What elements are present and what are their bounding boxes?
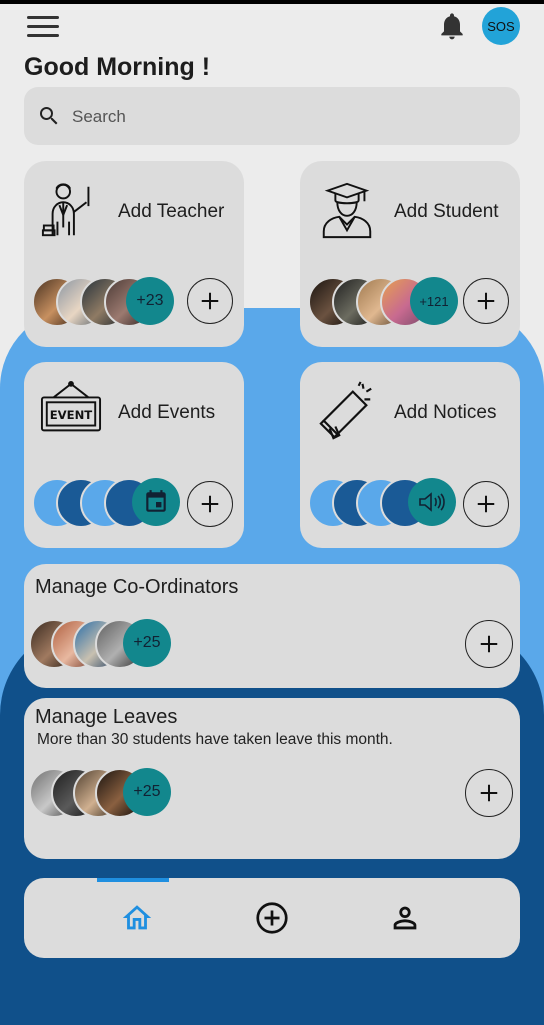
speaker-volume-icon	[419, 492, 445, 512]
add-teacher-card[interactable]: Add Teacher +23	[24, 161, 244, 347]
card-title: Add Notices	[394, 402, 497, 423]
add-circle-icon	[256, 902, 288, 934]
coordinators-avatar-group: +25	[29, 619, 184, 669]
event-board-icon: EVENT	[40, 380, 102, 432]
add-student-button[interactable]	[463, 278, 509, 324]
active-tab-indicator	[97, 878, 169, 882]
coordinators-title: Manage Co-Ordinators	[35, 576, 239, 598]
add-event-button[interactable]	[187, 481, 233, 527]
teacher-count-badge: +23	[126, 277, 174, 325]
notices-avatar-group	[308, 478, 463, 528]
notices-count-badge	[408, 478, 456, 526]
bell-icon[interactable]	[436, 8, 468, 44]
search-input[interactable]	[70, 101, 504, 133]
events-count-badge	[132, 478, 180, 526]
plus-icon	[477, 495, 495, 513]
add-teacher-button[interactable]	[187, 278, 233, 324]
leaves-subtitle: More than 30 students have taken leave t…	[37, 731, 393, 748]
greeting-title: Good Morning !	[24, 53, 211, 81]
manage-coordinators-card[interactable]: Manage Co-Ordinators +25	[24, 564, 520, 688]
card-title: Add Events	[118, 402, 216, 423]
plus-icon	[201, 292, 219, 310]
profile-icon	[393, 906, 417, 930]
nav-profile-button[interactable]	[385, 898, 425, 938]
sos-label: SOS	[487, 18, 515, 34]
card-title: Add Student	[394, 201, 499, 222]
sos-button[interactable]: SOS	[482, 7, 520, 45]
plus-icon	[480, 635, 498, 653]
teacher-avatar-group: +23	[32, 277, 187, 327]
add-notice-button[interactable]	[463, 481, 509, 527]
svg-text:EVENT: EVENT	[50, 408, 93, 422]
add-leave-button[interactable]	[465, 769, 513, 817]
add-notices-card[interactable]: Add Notices	[300, 362, 520, 548]
leaves-avatar-group: +25	[29, 768, 184, 818]
nav-home-button[interactable]	[117, 898, 157, 938]
events-avatar-group	[32, 478, 187, 528]
home-icon	[122, 905, 152, 930]
search-bar[interactable]	[24, 87, 520, 145]
card-title: Add Teacher	[118, 201, 225, 222]
hamburger-menu-icon[interactable]	[27, 16, 59, 38]
calendar-event-icon	[146, 490, 166, 512]
plus-icon	[480, 784, 498, 802]
teacher-icon	[41, 183, 90, 237]
manage-leaves-card[interactable]: Manage Leaves More than 30 students have…	[24, 698, 520, 859]
coordinators-count-badge: +25	[123, 619, 171, 667]
add-events-card[interactable]: EVENT Add Events	[24, 362, 244, 548]
add-student-card[interactable]: Add Student +121	[300, 161, 520, 347]
search-icon	[40, 107, 58, 125]
student-graduate-icon	[322, 182, 372, 239]
student-count-badge: +121	[410, 277, 458, 325]
nav-add-button[interactable]	[252, 898, 292, 938]
megaphone-icon	[319, 381, 372, 440]
top-edge	[0, 0, 544, 4]
student-avatar-group: +121	[308, 277, 463, 327]
add-coordinator-button[interactable]	[465, 620, 513, 668]
leaves-title: Manage Leaves	[35, 706, 178, 728]
plus-icon	[201, 495, 219, 513]
plus-icon	[477, 292, 495, 310]
bottom-navigation	[24, 878, 520, 958]
leaves-count-badge: +25	[123, 768, 171, 816]
